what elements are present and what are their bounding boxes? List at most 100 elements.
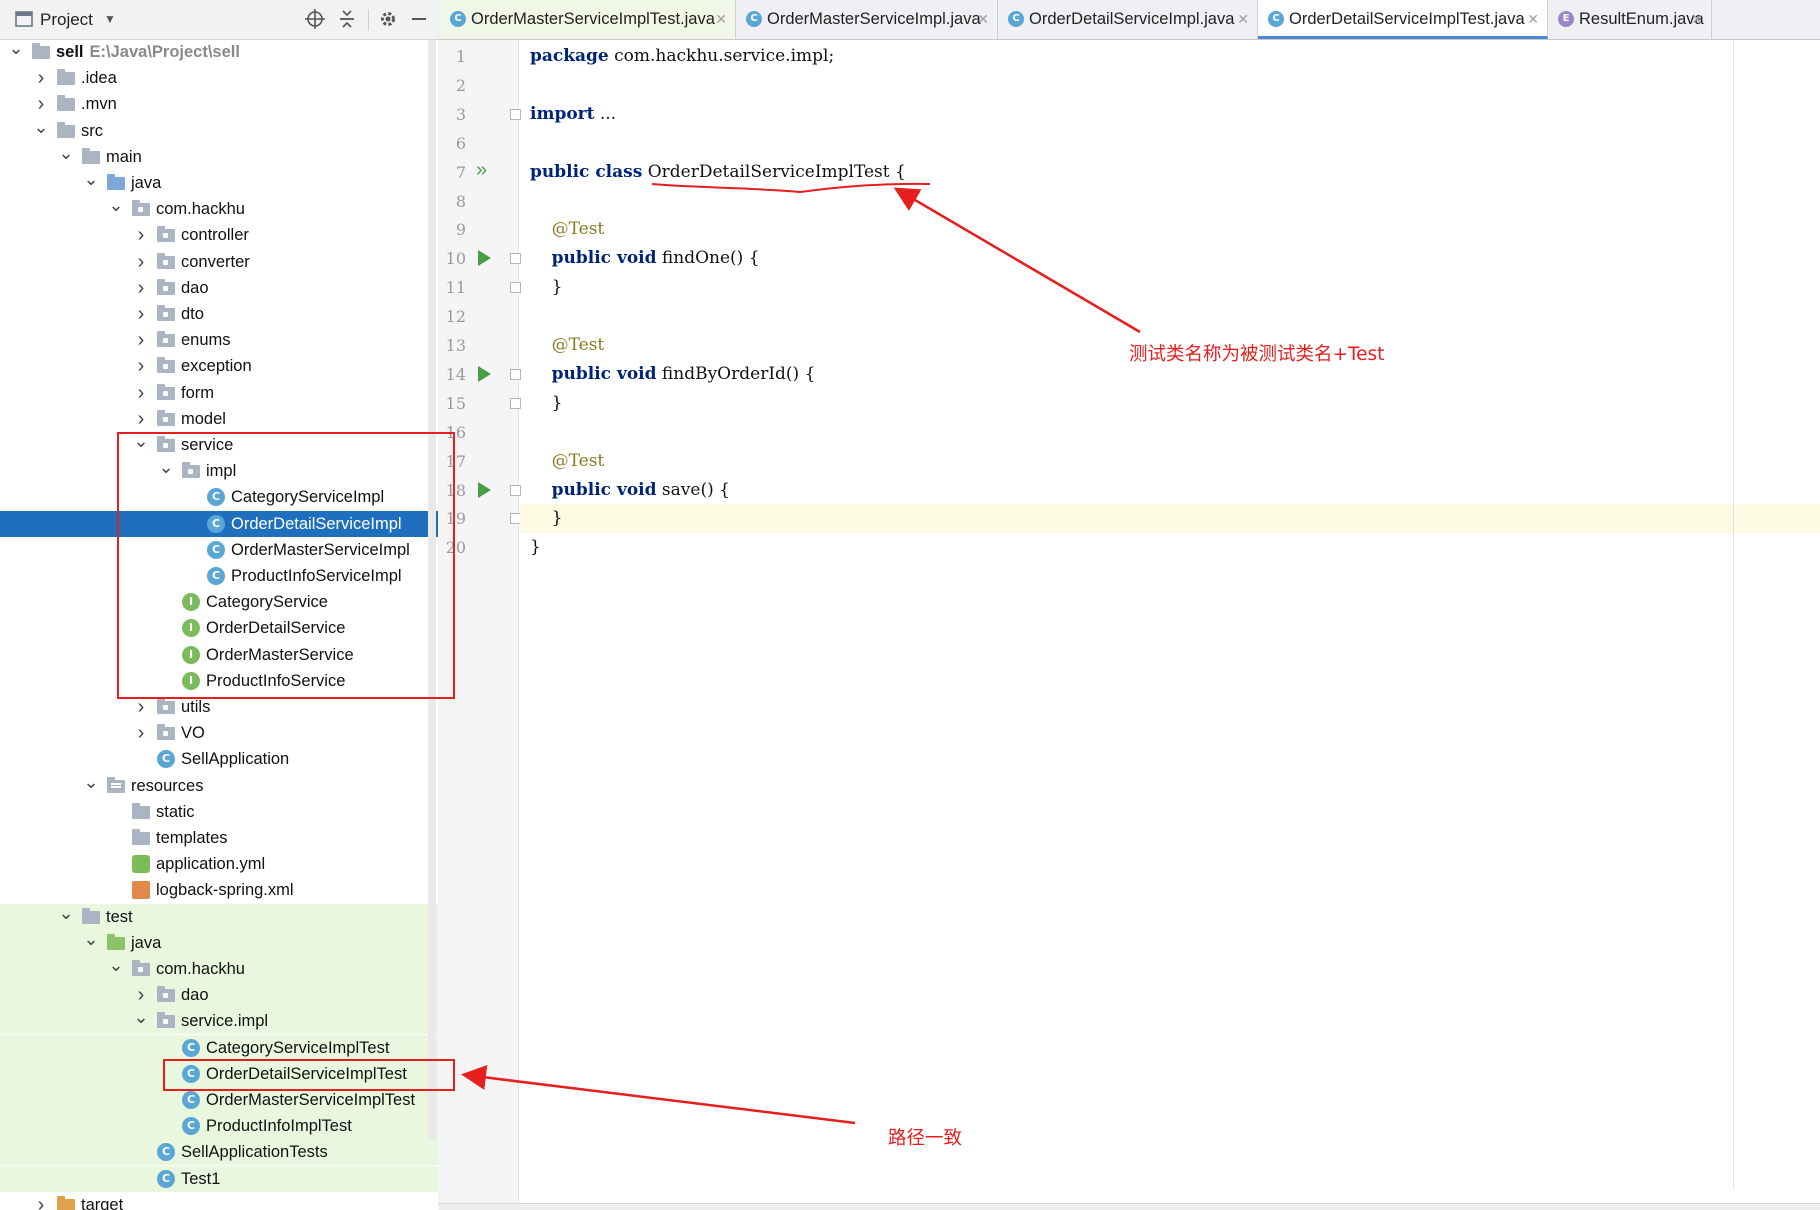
tree-item[interactable]: ⌄ src: [0, 118, 438, 144]
tree-item[interactable]: › .mvn: [0, 91, 438, 117]
tree-item[interactable]: logback-spring.xml: [0, 877, 438, 903]
tree-item[interactable]: › .idea: [0, 65, 438, 91]
tree-item[interactable]: › dao: [0, 275, 438, 301]
minimize-icon[interactable]: [410, 0, 428, 39]
chevron-right-icon[interactable]: ›: [133, 982, 149, 1008]
fold-marker-icon[interactable]: [510, 368, 521, 380]
chevron-right-icon[interactable]: ›: [33, 65, 49, 91]
tree-item[interactable]: C ProductInfoImplTest: [0, 1113, 438, 1140]
chevron-down-icon[interactable]: ⌄: [83, 773, 99, 799]
tree-item[interactable]: C SellApplication: [0, 746, 438, 772]
tree-item[interactable]: ⌄ service.impl: [0, 1008, 438, 1035]
chevron-right-icon[interactable]: ›: [133, 353, 149, 379]
chevron-down-icon[interactable]: ⌄: [58, 144, 74, 170]
tree-item[interactable]: ⌄ java: [0, 929, 438, 956]
tree-item[interactable]: › exception: [0, 353, 438, 379]
tree-item[interactable]: › target: [0, 1192, 438, 1210]
run-all-tests-icon[interactable]: »: [476, 159, 487, 182]
editor-tab[interactable]: E ResultEnum.java ✕: [1548, 0, 1712, 39]
tree-item[interactable]: ⌄ sell E:\Java\Project\sell: [0, 39, 438, 65]
tree-item[interactable]: ⌄ impl: [0, 458, 438, 484]
tree-item[interactable]: I ProductInfoService: [0, 668, 438, 694]
tree-item[interactable]: C Test1: [0, 1165, 438, 1192]
chevron-right-icon[interactable]: ›: [33, 91, 49, 117]
tree-item[interactable]: › form: [0, 380, 438, 406]
chevron-down-icon[interactable]: ⌄: [58, 904, 74, 930]
tree-item[interactable]: C SellApplicationTests: [0, 1139, 438, 1166]
close-icon[interactable]: ✕: [1237, 0, 1249, 39]
fold-marker-icon[interactable]: [510, 282, 521, 294]
tree-item[interactable]: I CategoryService: [0, 589, 438, 615]
tree-item[interactable]: C ProductInfoServiceImpl: [0, 563, 438, 589]
chevron-down-icon[interactable]: ⌄: [108, 196, 124, 222]
editor-horizontal-scrollbar[interactable]: [438, 1203, 1820, 1210]
editor-tab[interactable]: C OrderMasterServiceImplTest.java ✕: [440, 0, 736, 39]
tree-item[interactable]: › utils: [0, 694, 438, 720]
tree-item[interactable]: ⌄ test: [0, 903, 438, 930]
chevron-down-icon[interactable]: ⌄: [33, 118, 49, 144]
tree-item[interactable]: I OrderMasterService: [0, 642, 438, 668]
chevron-down-icon[interactable]: ⌄: [108, 956, 124, 982]
locate-icon[interactable]: [304, 0, 326, 39]
tree-item[interactable]: ⌄ java: [0, 170, 438, 196]
chevron-right-icon[interactable]: ›: [33, 1192, 49, 1210]
chevron-down-icon[interactable]: ⌄: [133, 1008, 149, 1034]
tree-item[interactable]: › VO: [0, 720, 438, 746]
collapse-all-icon[interactable]: [337, 0, 357, 39]
tree-item[interactable]: C CategoryServiceImplTest: [0, 1034, 438, 1061]
editor-tab[interactable]: C OrderDetailServiceImpl.java ✕: [998, 0, 1258, 39]
fold-marker-icon[interactable]: [510, 108, 521, 120]
tree-item[interactable]: C CategoryServiceImpl: [0, 484, 438, 510]
close-icon[interactable]: ✕: [977, 0, 989, 39]
tree-item[interactable]: › controller: [0, 222, 438, 248]
chevron-right-icon[interactable]: ›: [133, 327, 149, 353]
close-icon[interactable]: ✕: [1691, 0, 1703, 39]
tree-item[interactable]: › dao: [0, 982, 438, 1009]
tree-item[interactable]: templates: [0, 825, 438, 851]
chevron-down-icon[interactable]: ⌄: [8, 39, 24, 65]
chevron-down-icon[interactable]: ⌄: [133, 432, 149, 458]
editor-tab[interactable]: C OrderDetailServiceImplTest.java ✕: [1258, 0, 1548, 39]
tree-item[interactable]: › dto: [0, 301, 438, 327]
tree-item[interactable]: application.yml: [0, 851, 438, 877]
close-icon[interactable]: ✕: [715, 0, 727, 39]
tree-item[interactable]: ⌄ com.hackhu: [0, 956, 438, 982]
tree-item[interactable]: C OrderMasterServiceImpl: [0, 537, 438, 563]
fold-marker-icon[interactable]: [510, 484, 521, 496]
tree-item[interactable]: I OrderDetailService: [0, 615, 438, 641]
tree-scrollbar[interactable]: [428, 40, 436, 1140]
tree-item[interactable]: › model: [0, 406, 438, 432]
chevron-right-icon[interactable]: ›: [133, 406, 149, 432]
chevron-right-icon[interactable]: ›: [133, 720, 149, 746]
chevron-down-icon[interactable]: ⌄: [83, 170, 99, 196]
chevron-right-icon[interactable]: ›: [133, 275, 149, 301]
tree-item[interactable]: C OrderDetailServiceImplTest: [0, 1060, 438, 1087]
fold-marker-icon[interactable]: [510, 253, 521, 265]
chevron-down-icon[interactable]: ⌄: [83, 930, 99, 956]
run-test-icon[interactable]: [478, 250, 491, 267]
tree-item[interactable]: C OrderDetailServiceImpl: [0, 510, 438, 537]
tree-item[interactable]: ⌄ service: [0, 432, 438, 458]
chevron-down-icon[interactable]: ▼: [104, 0, 116, 39]
run-test-icon[interactable]: [478, 481, 491, 498]
run-test-icon[interactable]: [478, 365, 491, 382]
tree-item[interactable]: ⌄ com.hackhu: [0, 196, 438, 222]
chevron-down-icon[interactable]: ⌄: [158, 458, 174, 484]
tree-item[interactable]: › enums: [0, 327, 438, 353]
tree-item[interactable]: ⌄ resources: [0, 773, 438, 799]
fold-marker-icon[interactable]: [510, 397, 521, 409]
tree-item[interactable]: ⌄ main: [0, 144, 438, 170]
chevron-right-icon[interactable]: ›: [133, 694, 149, 720]
tree-item[interactable]: › converter: [0, 249, 438, 275]
chevron-right-icon[interactable]: ›: [133, 380, 149, 406]
chevron-right-icon[interactable]: ›: [133, 301, 149, 327]
chevron-right-icon[interactable]: ›: [133, 249, 149, 275]
gear-icon[interactable]: [378, 0, 398, 39]
editor-tab[interactable]: C OrderMasterServiceImpl.java ✕: [736, 0, 998, 39]
tree-item[interactable]: C OrderMasterServiceImplTest: [0, 1087, 438, 1113]
code-editor[interactable]: 1 2 3 6 7» 8 9 10 11 12 13 14 15 16 17 18 19 20 package c…: [438, 40, 1820, 1210]
close-icon[interactable]: ✕: [1527, 0, 1539, 39]
tree-item[interactable]: static: [0, 799, 438, 825]
project-view-title[interactable]: Project: [40, 0, 93, 39]
chevron-right-icon[interactable]: ›: [133, 222, 149, 248]
